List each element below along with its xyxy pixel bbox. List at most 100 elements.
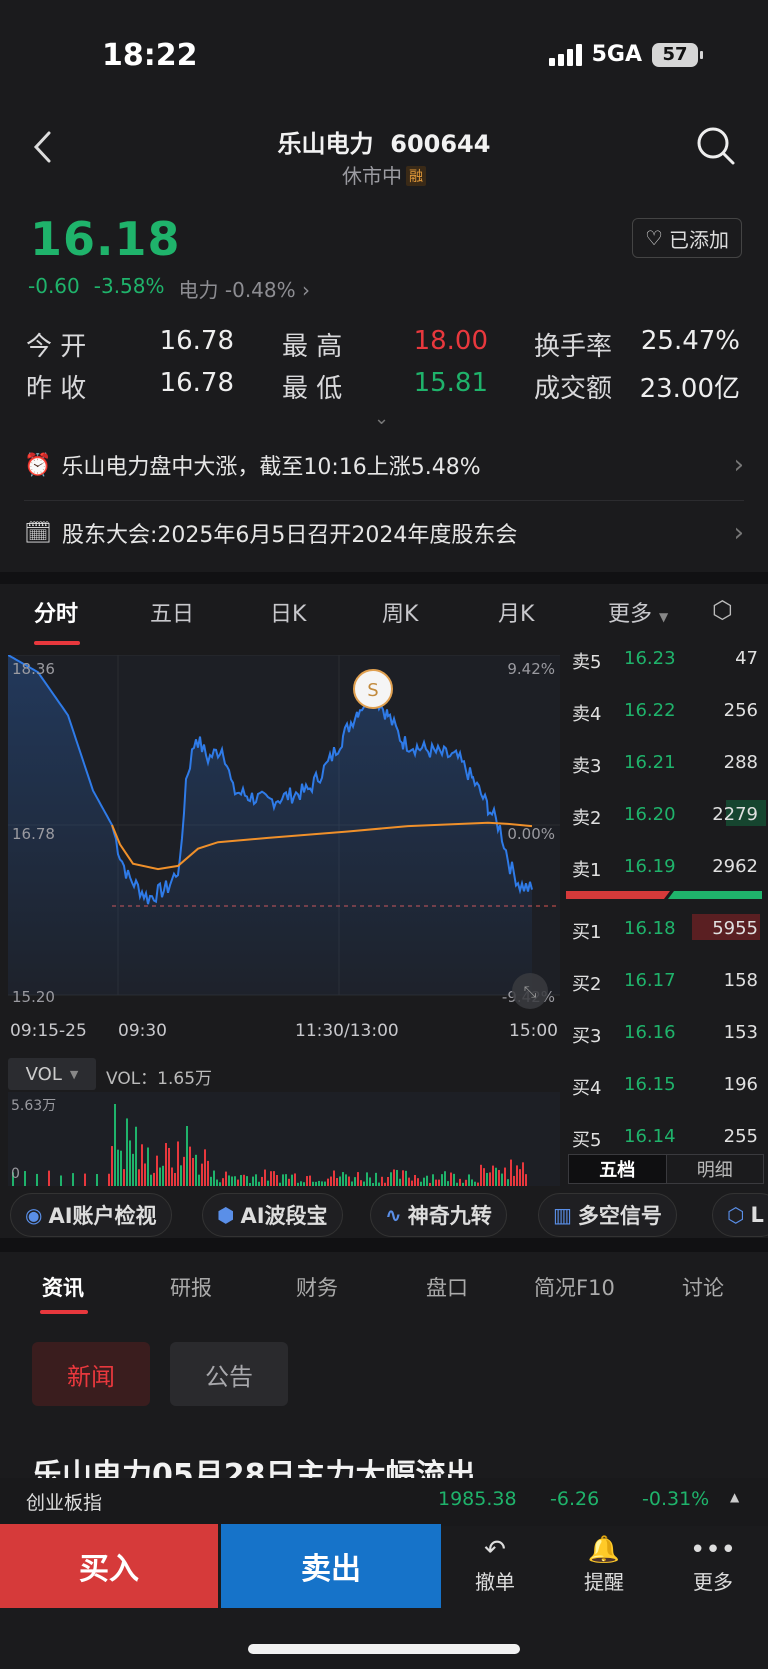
heart-icon: ♡	[645, 226, 663, 250]
tab-intraday[interactable]: 分时	[34, 596, 78, 628]
volume-bar	[459, 1178, 461, 1186]
ask4-volume: 256	[723, 700, 758, 721]
ask1-volume: 2962	[712, 856, 758, 877]
tab-more[interactable]: 更多 ▼	[608, 596, 668, 628]
tab-profile-f10[interactable]: 简况F10	[534, 1272, 615, 1302]
volume-bar	[462, 1182, 464, 1186]
x-label-close: 15:00	[509, 1021, 558, 1041]
headline-partial[interactable]: 乐山电力05月28日主力大幅流出	[32, 1454, 732, 1480]
volume-bar	[135, 1126, 137, 1186]
volume-bar	[294, 1173, 296, 1186]
chevron-right-icon: ›	[733, 518, 744, 548]
volume-bar	[492, 1165, 494, 1186]
tab-market-depth[interactable]: 盘口	[426, 1272, 468, 1302]
amount-value: 23.00亿	[639, 374, 740, 404]
sell-button[interactable]: 卖出	[221, 1524, 441, 1608]
undo-icon: ↶	[484, 1535, 506, 1565]
volume-bar	[126, 1118, 128, 1186]
volume-bar	[360, 1180, 362, 1186]
price-alert-button[interactable]: 🔔 提醒	[559, 1534, 649, 1595]
alarm-icon: ⏰	[24, 452, 52, 478]
ai-swing-button[interactable]: ⬢ AI波段宝	[202, 1193, 343, 1237]
expand-chevron-icon[interactable]: ⌄	[374, 408, 389, 429]
settings-icon[interactable]: ⬡	[712, 596, 733, 624]
ask5-label: 卖5	[572, 652, 602, 673]
volume-bar	[510, 1159, 512, 1186]
search-button[interactable]	[694, 124, 738, 168]
volume-bar	[468, 1174, 470, 1186]
chip-notice[interactable]: 公告	[170, 1342, 288, 1406]
buy-button[interactable]: 买入	[0, 1524, 218, 1608]
volume-bar	[312, 1181, 314, 1186]
intraday-chart[interactable]: S 18.36 16.78 15.20 9.42% 0.00% -9.42% ⤡…	[8, 655, 560, 1045]
volume-bar	[24, 1171, 26, 1186]
cancel-order-button[interactable]: ↶ 撤单	[450, 1534, 540, 1595]
status-time: 18:22	[102, 38, 198, 73]
signal-marker[interactable]: S	[353, 669, 393, 709]
tab-five-day[interactable]: 五日	[150, 596, 194, 628]
volume-bar	[486, 1172, 488, 1186]
volume-bar	[111, 1146, 113, 1186]
level2-button[interactable]: ⬡ L	[712, 1193, 768, 1237]
volume-bar	[138, 1169, 140, 1186]
sector-link[interactable]: 电力 -0.48% ›	[179, 274, 310, 303]
volume-bar	[351, 1181, 353, 1186]
index-ticker-bar[interactable]: 创业板指 1985.38 -6.26 -0.31% ▲	[0, 1478, 768, 1526]
tab-news-info[interactable]: 资讯	[42, 1272, 84, 1302]
volume-indicator-select[interactable]: VOL ▼	[8, 1058, 96, 1090]
search-icon	[697, 127, 735, 165]
volume-bar	[243, 1174, 245, 1186]
eye-icon: ◉	[25, 1203, 43, 1227]
tab-five-levels[interactable]: 五档	[569, 1155, 667, 1183]
order-book-tabs: 五档 明细	[568, 1154, 764, 1184]
caret-up-icon[interactable]: ▲	[730, 1490, 739, 1504]
volume-bar	[300, 1181, 302, 1186]
chip-news[interactable]: 新闻	[32, 1342, 150, 1406]
prev-close-label: 昨 收	[26, 374, 87, 404]
bid2-label: 买2	[572, 974, 602, 995]
volume-bar	[198, 1174, 200, 1186]
volume-bar	[210, 1176, 212, 1186]
tab-daily-k[interactable]: 日K	[270, 596, 306, 628]
volume-bar	[153, 1172, 155, 1186]
tab-weekly-k[interactable]: 周K	[382, 596, 418, 628]
volume-bar	[150, 1174, 152, 1186]
watchlist-button[interactable]: ♡ 已添加	[632, 218, 742, 258]
volume-bar	[213, 1170, 215, 1186]
turnover-label: 换手率	[534, 332, 613, 362]
volume-bar	[159, 1167, 161, 1186]
volume-bar	[216, 1179, 218, 1186]
tab-finance[interactable]: 财务	[296, 1272, 338, 1302]
bid1-volume: 5955	[712, 918, 758, 939]
tab-discussion[interactable]: 讨论	[682, 1272, 724, 1302]
tab-underline	[34, 641, 80, 645]
volume-bar	[402, 1170, 404, 1186]
volume-bar	[411, 1180, 413, 1186]
volume-bar	[438, 1179, 440, 1186]
index-name: 创业板指	[26, 1492, 103, 1514]
long-short-signal-button[interactable]: ▥ 多空信号	[538, 1193, 677, 1237]
chevron-right-icon: ›	[733, 450, 744, 480]
news-item-meeting[interactable]: 🗓 股东大会:2025年6月5日召开2024年度股东会 ›	[24, 502, 744, 564]
tab-monthly-k[interactable]: 月K	[498, 596, 534, 628]
news-item-alert[interactable]: ⏰ 乐山电力盘中大涨，截至10:16上涨5.48% ›	[24, 434, 744, 496]
volume-bar	[237, 1179, 239, 1186]
volume-bar	[192, 1157, 194, 1186]
volume-bar	[336, 1177, 338, 1186]
tab-research[interactable]: 研报	[170, 1272, 212, 1302]
tab-trade-detail[interactable]: 明细	[667, 1155, 764, 1183]
volume-bar	[378, 1182, 380, 1186]
battery-icon: 57	[652, 42, 703, 67]
volume-bar	[333, 1170, 335, 1186]
magic-nine-button[interactable]: ∿ 神奇九转	[370, 1193, 507, 1237]
volume-bar	[240, 1175, 242, 1186]
bid-ask-ratio-bar	[566, 891, 762, 899]
volume-bar	[369, 1177, 371, 1186]
home-indicator	[248, 1644, 520, 1654]
ai-account-check-button[interactable]: ◉ AI账户检视	[10, 1193, 172, 1237]
volume-bar	[36, 1173, 38, 1186]
volume-bar	[330, 1176, 332, 1186]
volume-bar	[306, 1176, 308, 1186]
more-button[interactable]: ••• 更多	[668, 1534, 758, 1595]
volume-value: VOL：1.65万	[106, 1069, 213, 1089]
